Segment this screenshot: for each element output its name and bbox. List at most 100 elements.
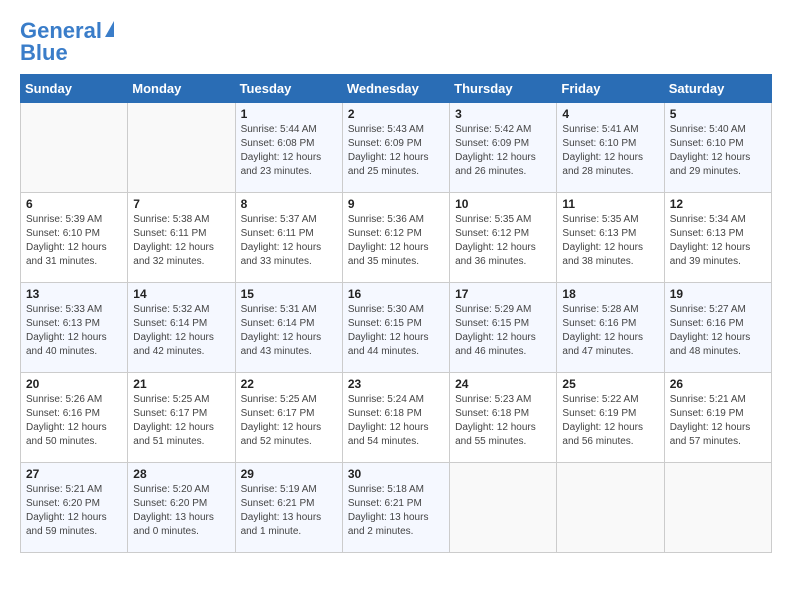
day-number: 11 — [562, 197, 658, 211]
day-number: 29 — [241, 467, 337, 481]
calendar-cell: 21 Sunrise: 5:25 AM Sunset: 6:17 PM Dayli… — [128, 373, 235, 463]
day-number: 26 — [670, 377, 766, 391]
calendar-cell: 4 Sunrise: 5:41 AM Sunset: 6:10 PM Daylig… — [557, 103, 664, 193]
calendar-cell: 15 Sunrise: 5:31 AM Sunset: 6:14 PM Dayli… — [235, 283, 342, 373]
calendar-cell: 19Sunrise: 5:27 AM Sunset: 6:16 PM Dayli… — [664, 283, 771, 373]
calendar-cell: 17 Sunrise: 5:29 AM Sunset: 6:15 PM Dayli… — [450, 283, 557, 373]
day-number: 17 — [455, 287, 551, 301]
day-number: 7 — [133, 197, 229, 211]
calendar-cell — [664, 463, 771, 553]
day-number: 14 — [133, 287, 229, 301]
day-number: 15 — [241, 287, 337, 301]
calendar-cell — [450, 463, 557, 553]
day-number: 10 — [455, 197, 551, 211]
day-info: Sunrise: 5:18 AM Sunset: 6:21 PM Dayligh… — [348, 483, 444, 539]
day-info: Sunrise: 5:35 AM Sunset: 6:13 PM Dayligh… — [562, 213, 658, 269]
calendar-cell: 8 Sunrise: 5:37 AM Sunset: 6:11 PM Daylig… — [235, 193, 342, 283]
calendar-cell: 26 Sunrise: 5:21 AM Sunset: 6:19 PM Dayli… — [664, 373, 771, 463]
day-info: Sunrise: 5:33 AM Sunset: 6:13 PM Dayligh… — [26, 303, 122, 359]
day-info: Sunrise: 5:37 AM Sunset: 6:11 PM Dayligh… — [241, 213, 337, 269]
logo: General Blue — [20, 20, 114, 64]
day-info: Sunrise: 5:21 AM Sunset: 6:19 PM Dayligh… — [670, 393, 766, 449]
day-info: Sunrise: 5:30 AM Sunset: 6:15 PM Dayligh… — [348, 303, 444, 359]
calendar-cell: 28Sunrise: 5:20 AM Sunset: 6:20 PM Dayli… — [128, 463, 235, 553]
day-info: Sunrise: 5:41 AM Sunset: 6:10 PM Dayligh… — [562, 123, 658, 179]
day-info: Sunrise: 5:39 AM Sunset: 6:10 PM Dayligh… — [26, 213, 122, 269]
calendar-cell: 1 Sunrise: 5:44 AM Sunset: 6:08 PM Daylig… — [235, 103, 342, 193]
day-number: 23 — [348, 377, 444, 391]
day-info: Sunrise: 5:23 AM Sunset: 6:18 PM Dayligh… — [455, 393, 551, 449]
day-number: 12 — [670, 197, 766, 211]
day-info: Sunrise: 5:44 AM Sunset: 6:08 PM Dayligh… — [241, 123, 337, 179]
day-number: 20 — [26, 377, 122, 391]
day-info: Sunrise: 5:31 AM Sunset: 6:14 PM Dayligh… — [241, 303, 337, 359]
weekday-header-sunday: Sunday — [21, 75, 128, 103]
logo-text: General — [20, 20, 102, 42]
weekday-header-monday: Monday — [128, 75, 235, 103]
day-info: Sunrise: 5:25 AM Sunset: 6:17 PM Dayligh… — [133, 393, 229, 449]
day-info: Sunrise: 5:25 AM Sunset: 6:17 PM Dayligh… — [241, 393, 337, 449]
calendar-cell: 27 Sunrise: 5:21 AM Sunset: 6:20 PM Dayli… — [21, 463, 128, 553]
calendar-cell: 3 Sunrise: 5:42 AM Sunset: 6:09 PM Daylig… — [450, 103, 557, 193]
calendar-week-row: 1 Sunrise: 5:44 AM Sunset: 6:08 PM Daylig… — [21, 103, 772, 193]
day-info: Sunrise: 5:38 AM Sunset: 6:11 PM Dayligh… — [133, 213, 229, 269]
day-info: Sunrise: 5:35 AM Sunset: 6:12 PM Dayligh… — [455, 213, 551, 269]
day-info: Sunrise: 5:29 AM Sunset: 6:15 PM Dayligh… — [455, 303, 551, 359]
calendar-week-row: 27 Sunrise: 5:21 AM Sunset: 6:20 PM Dayli… — [21, 463, 772, 553]
day-info: Sunrise: 5:34 AM Sunset: 6:13 PM Dayligh… — [670, 213, 766, 269]
day-number: 8 — [241, 197, 337, 211]
calendar-cell: 9Sunrise: 5:36 AM Sunset: 6:12 PM Daylig… — [342, 193, 449, 283]
day-info: Sunrise: 5:22 AM Sunset: 6:19 PM Dayligh… — [562, 393, 658, 449]
day-info: Sunrise: 5:36 AM Sunset: 6:12 PM Dayligh… — [348, 213, 444, 269]
calendar-cell — [128, 103, 235, 193]
day-number: 16 — [348, 287, 444, 301]
day-number: 3 — [455, 107, 551, 121]
day-info: Sunrise: 5:43 AM Sunset: 6:09 PM Dayligh… — [348, 123, 444, 179]
day-number: 2 — [348, 107, 444, 121]
weekday-header-thursday: Thursday — [450, 75, 557, 103]
calendar-cell: 7 Sunrise: 5:38 AM Sunset: 6:11 PM Daylig… — [128, 193, 235, 283]
day-number: 5 — [670, 107, 766, 121]
calendar-cell: 10 Sunrise: 5:35 AM Sunset: 6:12 PM Dayli… — [450, 193, 557, 283]
calendar-cell: 2 Sunrise: 5:43 AM Sunset: 6:09 PM Daylig… — [342, 103, 449, 193]
day-info: Sunrise: 5:42 AM Sunset: 6:09 PM Dayligh… — [455, 123, 551, 179]
day-info: Sunrise: 5:19 AM Sunset: 6:21 PM Dayligh… — [241, 483, 337, 539]
day-number: 25 — [562, 377, 658, 391]
calendar-cell: 25 Sunrise: 5:22 AM Sunset: 6:19 PM Dayli… — [557, 373, 664, 463]
calendar-cell: 6 Sunrise: 5:39 AM Sunset: 6:10 PM Daylig… — [21, 193, 128, 283]
calendar-cell: 11 Sunrise: 5:35 AM Sunset: 6:13 PM Dayli… — [557, 193, 664, 283]
calendar-week-row: 13 Sunrise: 5:33 AM Sunset: 6:13 PM Dayli… — [21, 283, 772, 373]
day-number: 19 — [670, 287, 766, 301]
weekday-header-tuesday: Tuesday — [235, 75, 342, 103]
calendar-cell: 30 Sunrise: 5:18 AM Sunset: 6:21 PM Dayli… — [342, 463, 449, 553]
calendar-cell: 12 Sunrise: 5:34 AM Sunset: 6:13 PM Dayli… — [664, 193, 771, 283]
calendar-table: SundayMondayTuesdayWednesdayThursdayFrid… — [20, 74, 772, 553]
day-number: 1 — [241, 107, 337, 121]
calendar-cell: 20 Sunrise: 5:26 AM Sunset: 6:16 PM Dayli… — [21, 373, 128, 463]
calendar-cell: 23Sunrise: 5:24 AM Sunset: 6:18 PM Dayli… — [342, 373, 449, 463]
page-header: General Blue — [20, 20, 772, 64]
calendar-cell — [557, 463, 664, 553]
day-info: Sunrise: 5:28 AM Sunset: 6:16 PM Dayligh… — [562, 303, 658, 359]
day-number: 30 — [348, 467, 444, 481]
day-number: 28 — [133, 467, 229, 481]
day-info: Sunrise: 5:40 AM Sunset: 6:10 PM Dayligh… — [670, 123, 766, 179]
day-info: Sunrise: 5:26 AM Sunset: 6:16 PM Dayligh… — [26, 393, 122, 449]
calendar-cell: 18Sunrise: 5:28 AM Sunset: 6:16 PM Dayli… — [557, 283, 664, 373]
weekday-header-friday: Friday — [557, 75, 664, 103]
day-number: 4 — [562, 107, 658, 121]
day-number: 27 — [26, 467, 122, 481]
logo-blue: Blue — [20, 42, 68, 64]
calendar-cell: 22Sunrise: 5:25 AM Sunset: 6:17 PM Dayli… — [235, 373, 342, 463]
logo-triangle-icon — [105, 21, 114, 37]
day-number: 21 — [133, 377, 229, 391]
calendar-cell: 16 Sunrise: 5:30 AM Sunset: 6:15 PM Dayli… — [342, 283, 449, 373]
calendar-week-row: 6 Sunrise: 5:39 AM Sunset: 6:10 PM Daylig… — [21, 193, 772, 283]
day-number: 24 — [455, 377, 551, 391]
calendar-cell: 5 Sunrise: 5:40 AM Sunset: 6:10 PM Daylig… — [664, 103, 771, 193]
day-number: 13 — [26, 287, 122, 301]
day-number: 6 — [26, 197, 122, 211]
day-info: Sunrise: 5:21 AM Sunset: 6:20 PM Dayligh… — [26, 483, 122, 539]
calendar-week-row: 20 Sunrise: 5:26 AM Sunset: 6:16 PM Dayli… — [21, 373, 772, 463]
calendar-cell: 29 Sunrise: 5:19 AM Sunset: 6:21 PM Dayli… — [235, 463, 342, 553]
